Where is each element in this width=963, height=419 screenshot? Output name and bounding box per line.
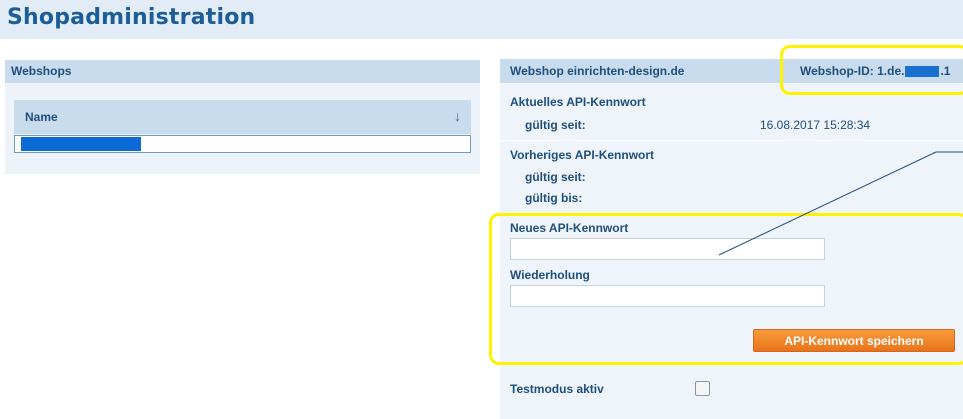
annotation-pointer-line [718,151,963,256]
